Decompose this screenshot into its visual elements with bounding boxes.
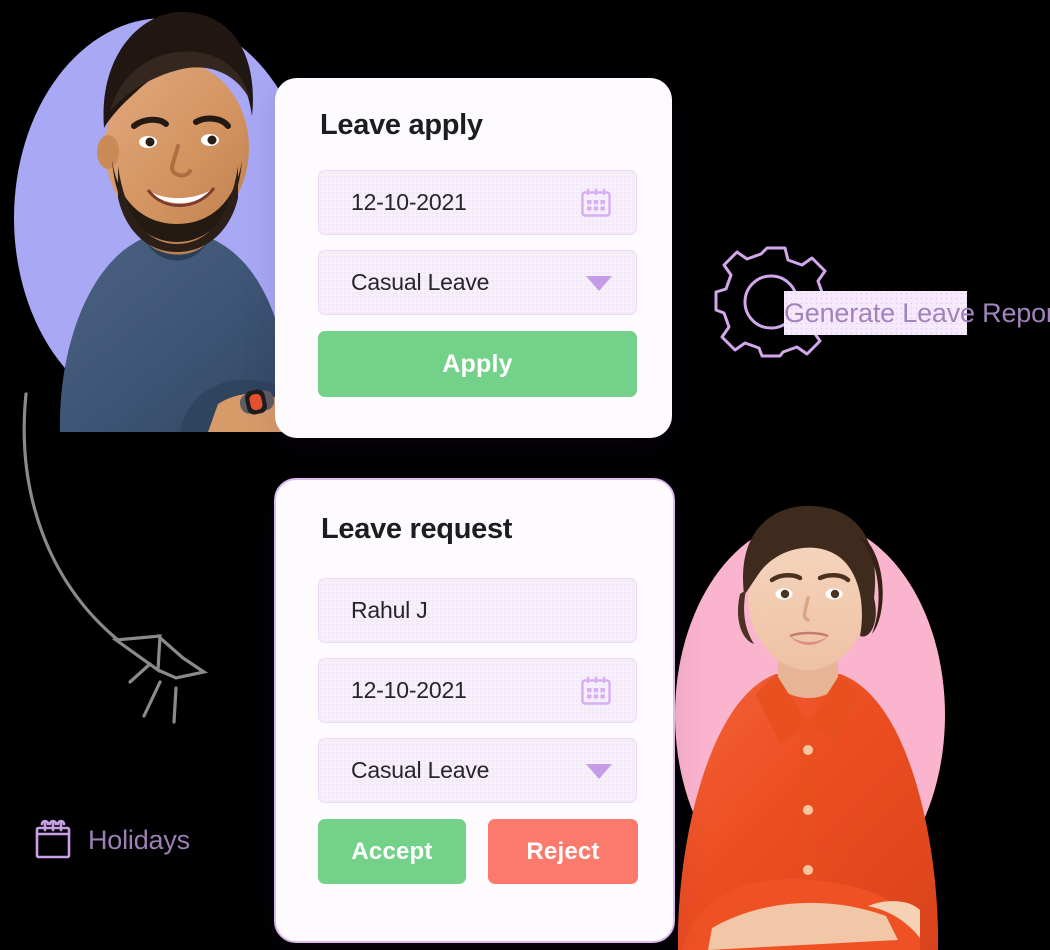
leave-apply-type-value: Casual Leave <box>351 269 490 295</box>
reject-button[interactable]: Reject <box>488 819 638 884</box>
manager-avatar-female <box>672 498 947 950</box>
leave-request-date-field[interactable]: 12-10-2021 <box>318 658 637 723</box>
hand-drawn-arrow-decoration <box>8 382 228 732</box>
calendar-icon[interactable] <box>578 185 614 221</box>
calendar-icon[interactable] <box>578 673 614 709</box>
holidays-label[interactable]: Holidays <box>88 825 190 856</box>
leave-apply-type-select[interactable]: Casual Leave <box>318 250 637 315</box>
leave-request-title: Leave request <box>321 513 513 545</box>
generate-report-label[interactable]: Generate Leave Report <box>784 290 1050 336</box>
leave-apply-title: Leave apply <box>320 109 483 141</box>
holidays-group[interactable]: Holidays <box>34 819 190 860</box>
leave-request-name-field[interactable]: Rahul J <box>318 578 637 643</box>
leave-request-type-value: Casual Leave <box>351 757 490 783</box>
leave-request-name-value: Rahul J <box>351 597 428 623</box>
leave-apply-date-value: 12-10-2021 <box>351 189 467 215</box>
calendar-icon[interactable] <box>34 819 72 860</box>
chevron-down-icon[interactable] <box>584 761 614 781</box>
apply-button[interactable]: Apply <box>318 331 637 397</box>
leave-request-date-value: 12-10-2021 <box>351 677 467 703</box>
leave-request-type-select[interactable]: Casual Leave <box>318 738 637 803</box>
illustration-stage: Leave apply 12-10-2021 Casual Leave Appl… <box>0 0 1050 950</box>
generate-leave-report-group[interactable]: Generate Leave Report <box>714 240 1050 362</box>
accept-button[interactable]: Accept <box>318 819 466 884</box>
leave-apply-date-field[interactable]: 12-10-2021 <box>318 170 637 235</box>
chevron-down-icon[interactable] <box>584 273 614 293</box>
employee-avatar-male <box>40 0 300 432</box>
